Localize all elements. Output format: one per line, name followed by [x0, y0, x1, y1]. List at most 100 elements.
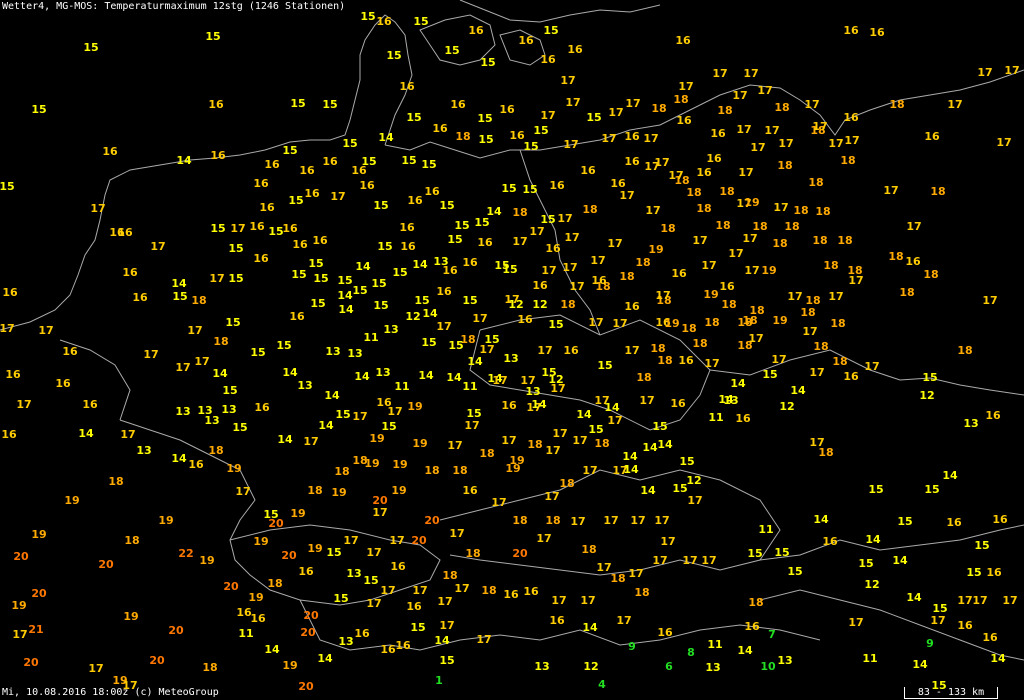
station-value: 17 [366, 546, 381, 559]
station-value: 16 [282, 222, 298, 235]
station-value: 17 [412, 584, 427, 597]
station-value: 15 [361, 155, 376, 168]
station-value: 17 [738, 166, 753, 179]
station-value: 16 [432, 122, 448, 135]
station-value: 17 [541, 264, 556, 277]
station-value: 17 [476, 633, 491, 646]
station-value: 19 [248, 591, 263, 604]
station-value: 14 [176, 154, 192, 167]
station-value: 18 [455, 130, 470, 143]
station-value: 18 [837, 234, 852, 247]
station-value: 15 [540, 213, 555, 226]
station-value: 18 [442, 569, 457, 582]
station-value: 18 [636, 371, 651, 384]
station-value: 17 [552, 427, 567, 440]
station-value: 16 [992, 513, 1008, 526]
station-value: 15 [478, 133, 493, 146]
station-value: 15 [392, 266, 407, 279]
station-value: 15 [421, 336, 436, 349]
station-value: 19 [199, 554, 214, 567]
station-value: 15 [652, 420, 667, 433]
station-value: 12 [919, 389, 934, 402]
station-value: 15 [406, 111, 421, 124]
station-value: 18 [823, 259, 838, 272]
station-value: 14 [78, 427, 94, 440]
station-value: 16 [843, 370, 859, 383]
station-value: 17 [743, 67, 758, 80]
station-value: 18 [800, 306, 815, 319]
station-value: 17 [572, 434, 587, 447]
station-value: 17 [947, 98, 962, 111]
station-value: 14 [282, 366, 298, 379]
station-value: 16 [380, 643, 396, 656]
station-value: 20 [149, 654, 165, 667]
station-value: 17 [864, 360, 879, 373]
station-value: 19 [290, 507, 305, 520]
station-value: 16 [678, 354, 694, 367]
station-value: 10 [760, 660, 776, 673]
station-value: 16 [843, 111, 859, 124]
station-value: 18 [830, 317, 845, 330]
station-value: 17 [330, 190, 345, 203]
station-value: 19 [664, 317, 679, 330]
station-value: 15 [337, 274, 352, 287]
station-value: 17 [492, 374, 507, 387]
station-value: 15 [250, 346, 265, 359]
station-value: 13 [136, 444, 151, 457]
station-value: 18 [818, 446, 833, 459]
station-value: 16 [249, 220, 265, 233]
station-value: 15 [439, 654, 454, 667]
station-value: 16 [62, 345, 78, 358]
station-value: 14 [212, 367, 228, 380]
station-value: 15 [966, 566, 981, 579]
station-value: 17 [883, 184, 898, 197]
station-value: 13 [347, 347, 362, 360]
station-value: 16 [289, 310, 305, 323]
station-value: 18 [124, 534, 139, 547]
station-value: 18 [560, 298, 575, 311]
station-value: 20 [424, 514, 440, 527]
station-value: 18 [307, 484, 322, 497]
station-value: 16 [624, 300, 640, 313]
station-value: 16 [298, 565, 314, 578]
station-value: 15 [386, 49, 401, 62]
station-value: 17 [930, 614, 945, 627]
station-value: 18 [512, 206, 527, 219]
station-value: 18 [619, 270, 634, 283]
station-value: 15 [454, 219, 469, 232]
station-value: 18 [651, 102, 666, 115]
station-value: 13 [204, 414, 219, 427]
station-value: 15 [474, 216, 489, 229]
station-value: 20 [168, 624, 184, 637]
station-value: 17 [16, 398, 31, 411]
footer-timestamp: Mi, 10.08.2016 18:00z (c) MeteoGroup [2, 687, 219, 698]
station-value: 17 [544, 490, 559, 503]
station-value: 16 [957, 619, 973, 632]
station-value: 17 [977, 66, 992, 79]
station-value: 16 [985, 409, 1001, 422]
station-value: 16 [395, 639, 411, 652]
station-value: 16 [117, 226, 133, 239]
station-value: 15 [414, 294, 429, 307]
station-value: 13 [346, 567, 361, 580]
station-value: 19 [703, 288, 718, 301]
station-value: 17 [607, 414, 622, 427]
station-value: 16 [442, 264, 458, 277]
station-value: 17 [540, 109, 555, 122]
station-value: 15 [308, 257, 323, 270]
station-value: 17 [957, 594, 972, 607]
station-value: 17 [387, 405, 402, 418]
station-value: 15 [484, 333, 499, 346]
station-value: 16 [259, 201, 275, 214]
station-value: 17 [624, 344, 639, 357]
station-value: 17 [601, 132, 616, 145]
station-value: 17 [209, 272, 224, 285]
station-value: 16 [354, 627, 370, 640]
station-value: 17 [230, 222, 245, 235]
station-value: 20 [23, 656, 39, 669]
station-value: 17 [906, 220, 921, 233]
station-value: 17 [704, 357, 719, 370]
station-value: 13 [175, 405, 190, 418]
station-value: 18 [704, 316, 719, 329]
station-value: 16 [545, 242, 561, 255]
